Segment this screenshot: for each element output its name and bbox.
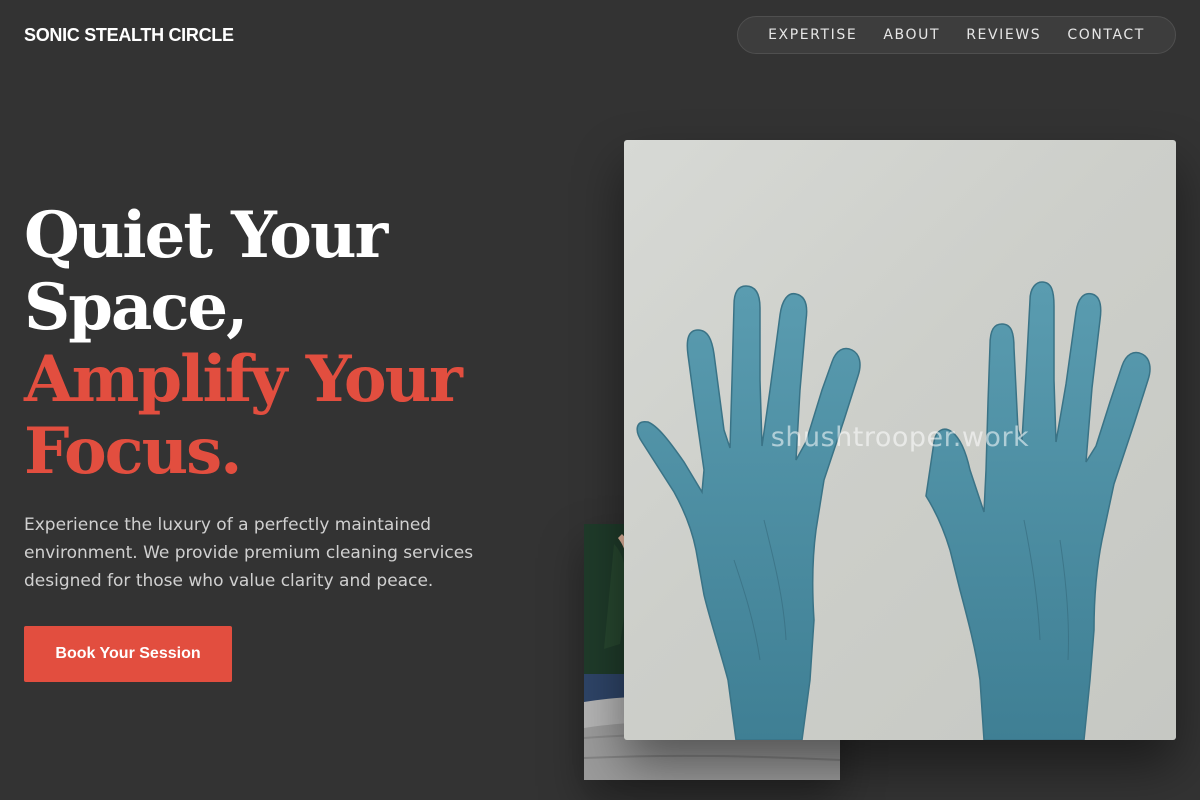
photo-watermark: shushtrooper.work [770,422,1030,453]
headline-accent-line-2: Focus. [24,414,242,489]
brand-logo[interactable]: SONIC STEALTH CIRCLE [24,24,234,46]
headline-accent-line-1: Amplify Your [24,342,463,417]
hero-description: Experience the luxury of a perfectly mai… [24,515,474,591]
nav-link-expertise[interactable]: EXPERTISE [762,23,863,47]
left-glove [636,285,861,740]
nav-link-about[interactable]: ABOUT [877,23,946,47]
nav-link-contact[interactable]: CONTACT [1061,23,1151,47]
page: SONIC STEALTH CIRCLE EXPERTISE ABOUT REV… [0,0,1200,800]
hero-headline: Quiet Your Space, Amplify Your Focus. [24,198,463,489]
book-session-button[interactable]: Book Your Session [24,626,232,682]
hero-photo-gloves: shushtrooper.work [624,140,1176,740]
headline-line-2: Space, [24,270,248,345]
right-glove [925,281,1151,740]
headline-line-1: Quiet Your [24,198,388,273]
main-nav: EXPERTISE ABOUT REVIEWS CONTACT [737,16,1176,54]
nav-link-reviews[interactable]: REVIEWS [960,23,1047,47]
